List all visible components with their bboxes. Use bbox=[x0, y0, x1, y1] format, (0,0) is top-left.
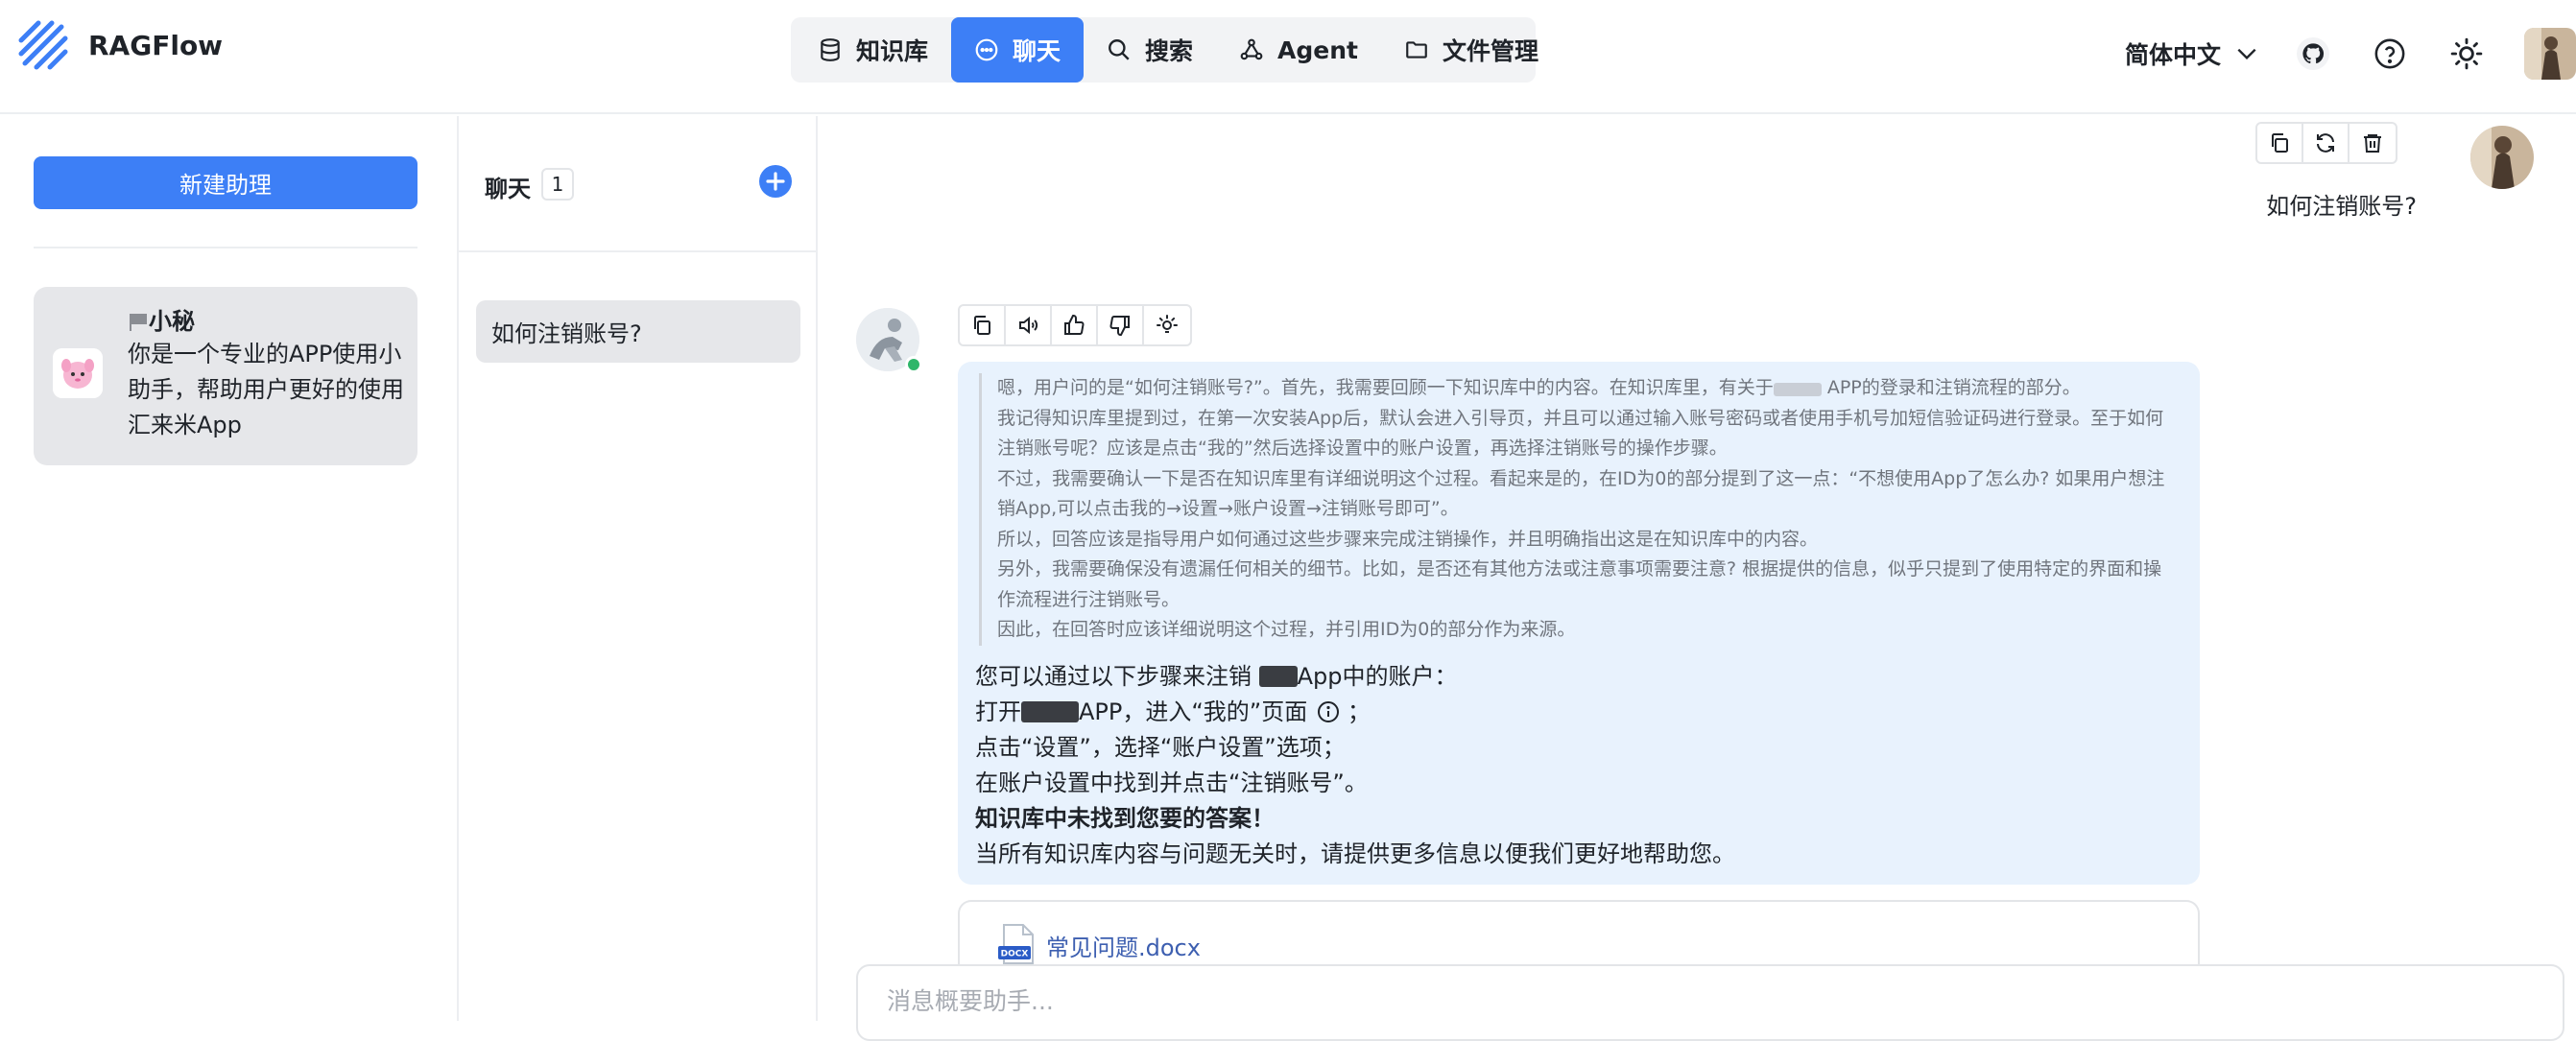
help-button[interactable] bbox=[2371, 35, 2409, 73]
assistant-avatar bbox=[53, 348, 103, 398]
sun-icon bbox=[2450, 37, 2483, 70]
refresh-icon bbox=[2317, 133, 2334, 153]
thumbs-up-button[interactable] bbox=[1052, 306, 1098, 344]
answer-line: 在账户设置中找到并点击“注销账号”。 bbox=[975, 769, 1368, 796]
thinking-line: 另外，我需要确保没有遗漏任何相关的细节。比如，是否还有其他方法或注意事项需要注意… bbox=[997, 558, 2162, 610]
theme-toggle-button[interactable] bbox=[2447, 35, 2486, 73]
answer-line: 点击“设置”，选择“账户设置”选项； bbox=[975, 734, 1346, 761]
speaker-icon bbox=[1019, 316, 1038, 335]
message-input[interactable] bbox=[887, 987, 2518, 1015]
nav-chat[interactable]: 聊天 bbox=[951, 17, 1085, 83]
user-photo-icon bbox=[2524, 28, 2576, 80]
thinking-block: 嗯，用户问的是“如何注销账号?”。首先，我需要回顾一下知识库中的内容。在知识库里… bbox=[979, 373, 2179, 646]
user-message-actions bbox=[2255, 122, 2397, 164]
nav-knowledge-base[interactable]: 知识库 bbox=[795, 17, 951, 83]
github-icon bbox=[2297, 37, 2329, 70]
new-assistant-button[interactable]: 新建助理 bbox=[34, 156, 417, 209]
redacted-text bbox=[1773, 383, 1822, 396]
thinking-line: 不过，我需要确认一下是否在知识库里有详细说明这个过程。看起来是的，在ID为0的部… bbox=[997, 467, 2165, 520]
nav-agent[interactable]: Agent bbox=[1216, 17, 1381, 83]
nav-label: 搜索 bbox=[1145, 37, 1194, 65]
lightbulb-icon bbox=[1157, 315, 1178, 333]
message-input-box bbox=[856, 964, 2564, 1041]
answer-line: 您可以通过以下步骤来注销 App中的账户： bbox=[975, 663, 1458, 690]
answer-line: 当所有知识库内容与问题无关时，请提供更多信息以便我们更好地帮助您。 bbox=[975, 840, 1735, 867]
thinking-line: 我记得知识库里提到过，在第一次安装App后，默认会进入引导页，并且可以通过输入账… bbox=[997, 407, 2164, 460]
reference-file-name[interactable]: 常见问题.docx bbox=[1046, 929, 1201, 962]
nav-label: Agent bbox=[1277, 35, 1358, 64]
answer-line: 打开 APP，进入“我的”页面 ； bbox=[975, 698, 1371, 725]
folder-icon bbox=[1406, 41, 1427, 59]
thinking-line: 因此，在回答时应该详细说明这个过程，并引用ID为0的部分作为来源。 bbox=[997, 619, 1576, 640]
trash-icon bbox=[2364, 134, 2381, 153]
thinking-line: 所以，回答应该是指导用户如何通过这些步骤来完成注销操作，并且明确指出这是在知识库… bbox=[997, 528, 1819, 550]
copy-button[interactable] bbox=[960, 306, 1006, 344]
agent-graph-icon bbox=[1240, 38, 1263, 60]
nav-file-management[interactable]: 文件管理 bbox=[1381, 17, 1562, 83]
info-icon[interactable] bbox=[1317, 700, 1340, 723]
conversation-item[interactable]: 如何注销账号? bbox=[476, 300, 800, 363]
search-icon bbox=[1109, 39, 1130, 60]
flag-icon bbox=[130, 314, 147, 331]
main-nav: 知识库 聊天 搜索 Agent 文件管理 bbox=[791, 17, 1538, 83]
header-actions: 简体中文 bbox=[2125, 25, 2576, 83]
user-photo-icon bbox=[2470, 126, 2534, 189]
bot-message-bubble: 嗯，用户问的是“如何注销账号?”。首先，我需要回顾一下知识库中的内容。在知识库里… bbox=[958, 362, 2200, 885]
nav-label: 文件管理 bbox=[1443, 37, 1539, 65]
thumbs-down-button[interactable] bbox=[1098, 306, 1144, 344]
copy-icon bbox=[2272, 133, 2288, 153]
nav-search[interactable]: 搜索 bbox=[1084, 17, 1216, 83]
delete-button[interactable] bbox=[2349, 124, 2396, 162]
copy-icon bbox=[974, 316, 990, 335]
language-selector[interactable]: 简体中文 bbox=[2125, 36, 2259, 71]
conversation-panel: 聊天 1 如何注销账号? bbox=[459, 116, 818, 1021]
conversation-title: 聊天 bbox=[485, 176, 531, 202]
thumbs-down-icon bbox=[1109, 316, 1130, 337]
pink-mascot-icon bbox=[53, 348, 103, 398]
user-message: 如何注销账号? bbox=[2266, 193, 2417, 220]
redacted-text bbox=[1021, 701, 1079, 722]
chat-area: 如何注销账号? 嗯，用户问的是“如何注销账号?”。首先，我需要回顾一下知识库中的… bbox=[820, 116, 2576, 1041]
brand[interactable]: RAGFlow bbox=[15, 17, 223, 73]
chevron-down-icon bbox=[2237, 48, 2256, 60]
assistant-name: 小秘 bbox=[128, 302, 195, 336]
nav-label: 知识库 bbox=[856, 37, 929, 65]
brand-name: RAGFlow bbox=[88, 29, 224, 61]
add-conversation-icon[interactable] bbox=[758, 164, 793, 199]
bot-message-actions bbox=[958, 304, 1192, 346]
assistant-card[interactable]: 小秘 你是一个专业的APP使用小助手，帮助用户更好的使用汇来米App bbox=[34, 287, 417, 465]
online-status-dot bbox=[905, 356, 922, 373]
assistant-name-text: 小秘 bbox=[149, 308, 195, 335]
docx-file-icon: DOCX bbox=[998, 924, 1034, 964]
conversation-count-badge: 1 bbox=[541, 168, 574, 201]
language-label: 简体中文 bbox=[2124, 41, 2221, 69]
answer-line: 知识库中未找到您要的答案！ bbox=[975, 805, 1275, 832]
chat-bubble-icon bbox=[975, 38, 998, 61]
github-button[interactable] bbox=[2294, 35, 2332, 73]
database-icon bbox=[821, 38, 840, 61]
answer-block: 您可以通过以下步骤来注销 App中的账户： 打开 APP，进入“我的”页面 ； 点… bbox=[975, 659, 2184, 872]
thumbs-up-icon bbox=[1064, 314, 1085, 335]
prompt-button[interactable] bbox=[1144, 306, 1190, 344]
copy-button[interactable] bbox=[2257, 124, 2303, 162]
nav-label: 聊天 bbox=[1013, 37, 1061, 65]
redacted-text bbox=[1258, 666, 1298, 687]
svg-text:DOCX: DOCX bbox=[1001, 950, 1029, 959]
ragflow-logo-icon bbox=[18, 20, 68, 70]
assistant-panel: 新建助理 小秘 你是一个专业的APP使用小助手，帮助用户更好的使用汇来米App bbox=[0, 116, 459, 1021]
help-circle-icon bbox=[2374, 38, 2405, 69]
user-message-avatar bbox=[2470, 126, 2534, 189]
user-avatar[interactable] bbox=[2524, 28, 2576, 80]
regenerate-button[interactable] bbox=[2303, 124, 2349, 162]
top-header: RAGFlow 知识库 聊天 搜索 Agent 文件管理 简体中文 bbox=[0, 0, 2576, 114]
thinking-line: 嗯，用户问的是“如何注销账号?”。首先，我需要回顾一下知识库中的内容。在知识库里… bbox=[997, 377, 2081, 398]
divider bbox=[34, 247, 417, 248]
assistant-description: 你是一个专业的APP使用小助手，帮助用户更好的使用汇来米App bbox=[128, 341, 404, 438]
conversation-header: 聊天 1 bbox=[459, 116, 816, 252]
read-aloud-button[interactable] bbox=[1006, 306, 1052, 344]
